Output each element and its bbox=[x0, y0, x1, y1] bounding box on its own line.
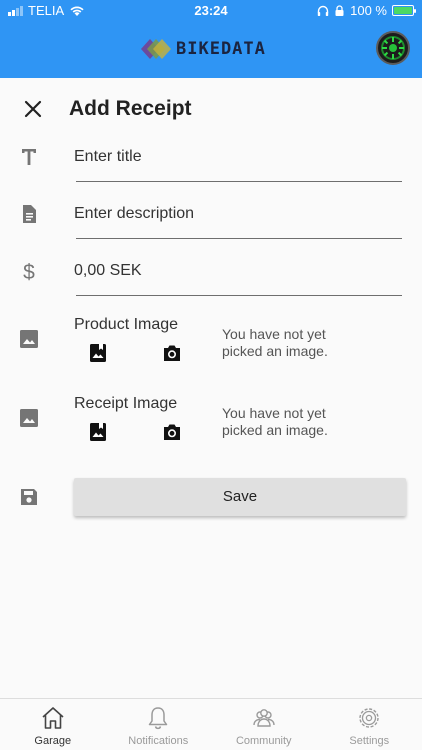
text-icon bbox=[22, 149, 36, 165]
nav-item-settings[interactable]: Settings bbox=[317, 699, 422, 750]
description-underline bbox=[76, 238, 402, 239]
battery-icon bbox=[392, 5, 416, 16]
home-icon bbox=[42, 707, 64, 729]
product-image-label: Product Image bbox=[74, 316, 179, 333]
save-icon bbox=[21, 489, 37, 505]
amount-field[interactable]: 0,00 SEK bbox=[74, 256, 402, 296]
product-gallery-button[interactable] bbox=[87, 342, 109, 364]
product-camera-button[interactable] bbox=[161, 342, 183, 364]
nav-label-settings: Settings bbox=[349, 735, 390, 747]
title-underline bbox=[76, 181, 402, 182]
description-input-placeholder: Enter description bbox=[74, 205, 195, 222]
receipt-gallery-button[interactable] bbox=[87, 421, 109, 443]
logo-text: BIKEDATA bbox=[176, 39, 266, 59]
bell-icon bbox=[149, 707, 168, 730]
headphones-icon bbox=[317, 5, 329, 16]
image-icon bbox=[20, 330, 38, 348]
svg-text:$: $ bbox=[23, 261, 35, 282]
receipt-image-picker: Receipt Image You have not yet picked an… bbox=[74, 395, 402, 465]
document-icon bbox=[23, 205, 36, 223]
product-image-empty-message: You have not yet picked an image. bbox=[222, 326, 328, 359]
status-bar: TELIA 23:24 100 % bbox=[0, 0, 422, 22]
app-bar: TELIA 23:24 100 % BIKEDATA bbox=[0, 0, 422, 78]
app-logo: BIKEDATA bbox=[140, 36, 266, 62]
image-icon bbox=[20, 409, 38, 427]
bottom-nav: Garage Notifications Community Settings bbox=[0, 698, 422, 750]
nav-item-notifications[interactable]: Notifications bbox=[106, 699, 212, 750]
people-icon bbox=[253, 709, 275, 727]
nav-item-community[interactable]: Community bbox=[211, 699, 317, 750]
lock-rotation-icon bbox=[335, 4, 344, 16]
description-field[interactable]: Enter description bbox=[74, 199, 402, 239]
product-image-picker: Product Image You have not yet picked an… bbox=[74, 316, 402, 386]
dollar-icon: $ bbox=[23, 261, 35, 282]
amount-input-value: 0,00 SEK bbox=[74, 262, 142, 279]
nav-label-community: Community bbox=[235, 735, 292, 747]
avatar[interactable] bbox=[376, 31, 410, 65]
nav-item-garage[interactable]: Garage bbox=[0, 699, 106, 750]
gear-icon bbox=[359, 708, 379, 728]
title-field[interactable]: Enter title bbox=[74, 142, 402, 182]
receipt-image-empty-message: You have not yet picked an image. bbox=[222, 405, 328, 438]
page-title: Add Receipt bbox=[69, 97, 192, 120]
title-input-placeholder: Enter title bbox=[74, 148, 142, 165]
receipt-camera-button[interactable] bbox=[161, 421, 183, 443]
logo-mark-icon bbox=[141, 39, 171, 59]
close-icon bbox=[24, 100, 42, 118]
receipt-image-label: Receipt Image bbox=[74, 395, 178, 412]
amount-underline bbox=[76, 295, 402, 296]
wheel-icon bbox=[381, 36, 405, 60]
battery-percent: 100 % bbox=[350, 3, 387, 18]
nav-label-garage: Garage bbox=[34, 735, 72, 747]
save-button[interactable]: Save bbox=[74, 478, 406, 516]
close-button[interactable] bbox=[20, 96, 46, 122]
nav-label-notifications: Notifications bbox=[128, 735, 189, 747]
status-right: 100 % bbox=[317, 3, 416, 18]
